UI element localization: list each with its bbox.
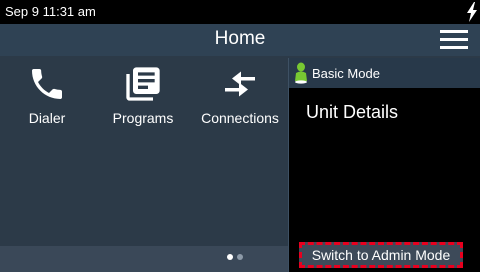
app-label-connections: Connections xyxy=(201,110,279,126)
mode-label: Basic Mode xyxy=(312,66,380,81)
app-label-programs: Programs xyxy=(112,110,174,126)
page-title: Home xyxy=(214,28,266,49)
status-bar: Sep 9 11:31 am xyxy=(0,0,480,24)
phone-icon xyxy=(32,69,62,99)
header-bar: Home xyxy=(0,24,480,56)
app-label-dialer: Dialer xyxy=(28,110,66,126)
unit-details-panel: Basic Mode Unit Details Switch to Admin … xyxy=(288,58,480,272)
switch-to-admin-button[interactable]: Switch to Admin Mode xyxy=(299,242,463,268)
app-programs[interactable]: Programs xyxy=(98,64,188,126)
connections-arrows-icon xyxy=(225,71,255,97)
page-indicator-bar xyxy=(0,246,290,272)
panel-header: Basic Mode xyxy=(289,58,480,88)
page-dots xyxy=(227,254,247,260)
programs-list-icon xyxy=(126,67,160,101)
hamburger-menu-icon[interactable] xyxy=(440,30,468,50)
status-datetime: Sep 9 11:31 am xyxy=(5,4,96,19)
page-dot-active[interactable] xyxy=(227,254,233,260)
app-connections[interactable]: Connections xyxy=(195,64,285,126)
lightning-bolt-icon xyxy=(467,2,477,22)
page-dot[interactable] xyxy=(237,254,243,260)
panel-title: Unit Details xyxy=(306,102,399,122)
app-dialer[interactable]: Dialer xyxy=(2,64,92,126)
user-mode-icon xyxy=(295,62,307,84)
